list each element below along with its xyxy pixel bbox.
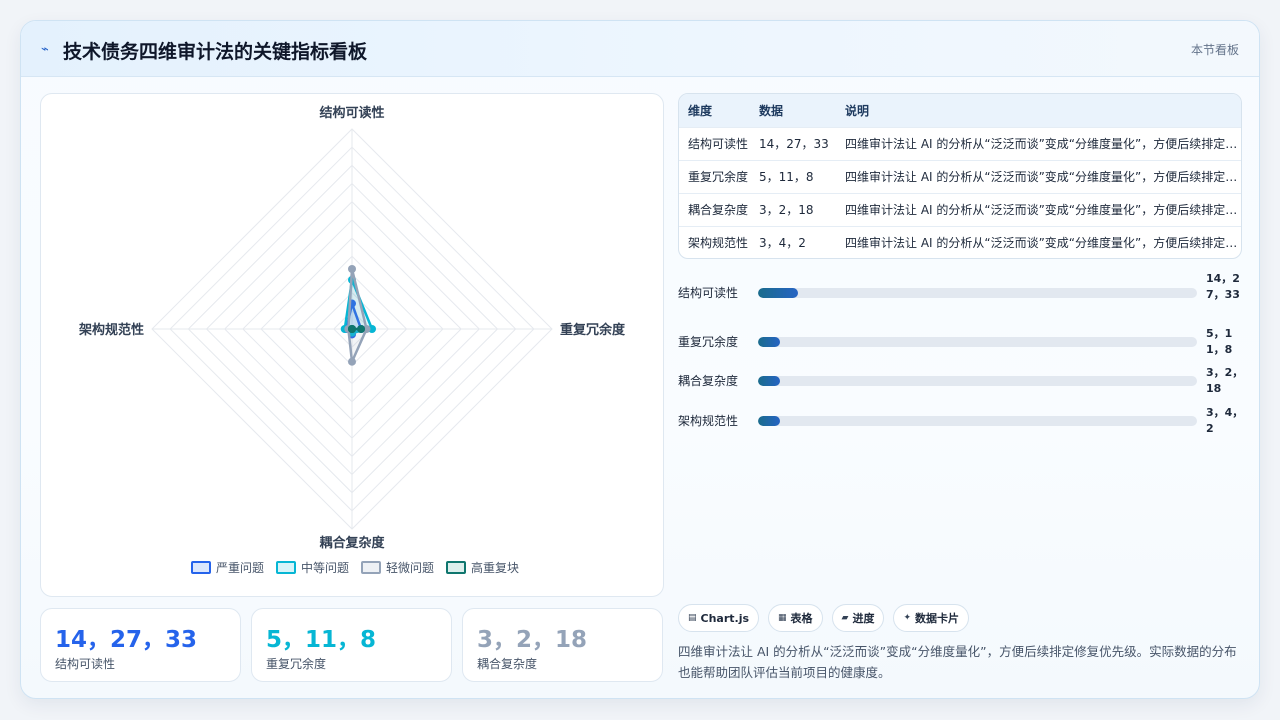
stat-card-coupling: 3，2，18 耦合复杂度 [462,608,663,682]
stat-card-readability: 14，27，33 结构可读性 [40,608,241,682]
progress-row-coupling: 耦合复杂度 3，2，18 [678,361,1258,401]
progress-label: 架构规范性 [678,414,739,428]
radar-point [348,265,356,273]
chart-icon: ▤ [688,613,697,623]
legend-label: 轻微问题 [386,561,435,575]
radar-chart-panel: 结构可读性重复冗余度耦合复杂度 架构规范性 严重问题 中等问题 轻微问题 高重复块 [40,93,664,597]
progress-fill [758,376,780,386]
tag-list: ▤ Chart.js ▦ 表格 ▰ 进度 ✦ 数据卡片 [678,604,970,632]
tag-label: 表格 [790,612,813,625]
stat-label: 重复冗余度 [266,657,327,671]
radar-chart: 结构可读性重复冗余度耦合复杂度 架构规范性 [78,105,626,551]
progress-track [758,337,1197,347]
progress-track [758,288,1197,298]
progress-label: 结构可读性 [678,286,739,300]
table-header-row: 维度 数据 说明 [679,94,1241,127]
data-table: 维度 数据 说明 结构可读性 14，27，33 四维审计法让 AI 的分析从“泛… [678,93,1242,259]
progress-label: 重复冗余度 [678,335,739,349]
progress-row-readability: 结构可读性 14，27，33 [678,272,1258,313]
table-icon: ▦ [778,613,787,623]
stat-label: 耦合复杂度 [477,657,538,671]
dashboard-card: ⌁ 技术债务四维审计法的关键指标看板 本节看板 结构可读性 重复冗余度 耦合复杂度架… [20,20,1260,699]
radar-axis-label: 耦合复杂度 [319,535,385,551]
section-label: 本节看板 [1190,43,1239,57]
table-row: 结构可读性 14，27，33 四维审计法让 AI 的分析从“泛泛而谈”变成“分维… [679,127,1241,160]
legend-item-duplicate[interactable]: 高重复块 [446,559,519,576]
tag-progress[interactable]: ▰ 进度 [831,604,885,632]
radar-axis-label: 架构规范性 [78,322,144,338]
progress-fill [758,416,780,426]
radar-series-2 [347,267,368,363]
table-row: 重复冗余度 5，11，8 四维审计法让 AI 的分析从“泛泛而谈”变成“分维度量… [679,160,1241,193]
stat-value: 5，11，8 [266,627,377,653]
radar-point [357,325,366,333]
stat-label: 结构可读性 [55,657,116,671]
progress-label: 耦合复杂度 [678,374,739,388]
legend-label: 中等问题 [301,561,350,575]
table-cell: 重复冗余度 [688,170,749,184]
radar-axis-label: 结构可读性 [319,105,384,121]
legend-swatch-severe [191,561,211,574]
column-header: 维度 [688,103,713,118]
table-cell: 耦合复杂度 [688,203,749,217]
progress-value: 3，2，18 [1206,366,1244,395]
lightning-icon: ⌁ [41,42,49,57]
progress-value: 14，27，33 [1206,272,1240,301]
table-cell: 14，27，33 [759,137,829,151]
legend-item-minor[interactable]: 轻微问题 [361,559,434,576]
tag-data-card[interactable]: ✦ 数据卡片 [893,604,970,632]
legend-swatch-minor [361,561,382,574]
table-cell: 四维审计法让 AI 的分析从“泛泛而谈”变成“分维度量化”，方便后续排定修复优先… [845,203,1241,217]
table-cell: 四维审计法让 AI 的分析从“泛泛而谈”变成“分维度量化”，方便后续排定修复优先… [845,236,1241,251]
radar-axis-label: 重复冗余度 [560,322,626,338]
legend-swatch-duplicate [446,561,467,574]
progress-track [758,416,1197,426]
progress-value: 5，11，8 [1206,327,1233,356]
legend-swatch-medium [276,561,297,574]
table-cell: 结构可读性 [688,137,749,151]
table-cell: 5，11，8 [759,170,814,184]
table-cell: 四维审计法让 AI 的分析从“泛泛而谈”变成“分维度量化”，方便后续排定修复优先… [845,137,1241,151]
progress-value: 3，4，2 [1206,406,1244,435]
table-cell: 3，4，2 [759,236,806,251]
progress-track [758,376,1197,386]
chart-legend: 严重问题 中等问题 轻微问题 高重复块 [191,559,519,576]
progress-row-redundancy: 重复冗余度 5，11，8 [678,322,1258,362]
progress-row-architecture: 架构规范性 3，4，2 [678,401,1258,441]
progress-icon: ▰ [841,613,849,623]
radar-point [348,357,356,366]
progress-fill [758,337,780,347]
legend-label: 严重问题 [216,561,265,575]
legend-item-severe[interactable]: 严重问题 [191,559,264,576]
column-header: 说明 [845,103,870,118]
legend-item-medium[interactable]: 中等问题 [276,559,349,576]
tag-label: 数据卡片 [915,612,960,625]
stat-value: 14，27，33 [55,627,198,653]
stat-value: 3，2，18 [477,627,588,653]
table-row: 架构规范性 3，4，2 四维审计法让 AI 的分析从“泛泛而谈”变成“分维度量化… [679,226,1241,258]
card-icon: ✦ [903,613,912,623]
tag-table[interactable]: ▦ 表格 [768,604,823,632]
column-header: 数据 [759,103,784,118]
table-cell: 架构规范性 [688,236,749,251]
tag-chartjs[interactable]: ▤ Chart.js [678,604,760,632]
table-cell: 四维审计法让 AI 的分析从“泛泛而谈”变成“分维度量化”，方便后续排定修复优先… [845,170,1241,184]
page-title: 技术债务四维审计法的关键指标看板 [63,41,368,63]
table-cell: 3，2，18 [759,203,814,217]
tag-label: 进度 [852,612,875,625]
table-row: 耦合复杂度 3，2，18 四维审计法让 AI 的分析从“泛泛而谈”变成“分维度量… [679,193,1241,226]
radar-point [348,325,356,333]
legend-label: 高重复块 [471,561,520,575]
tag-label: Chart.js [700,611,750,625]
stat-card-redundancy: 5，11，8 重复冗余度 [251,608,452,682]
card-header: ⌁ 技术债务四维审计法的关键指标看板 本节看板 [21,21,1259,77]
description-text: 四维审计法让 AI 的分析从“泛泛而谈”变成“分维度量化”，方便后续排定修复优先… [678,644,1237,680]
progress-fill [758,288,798,298]
